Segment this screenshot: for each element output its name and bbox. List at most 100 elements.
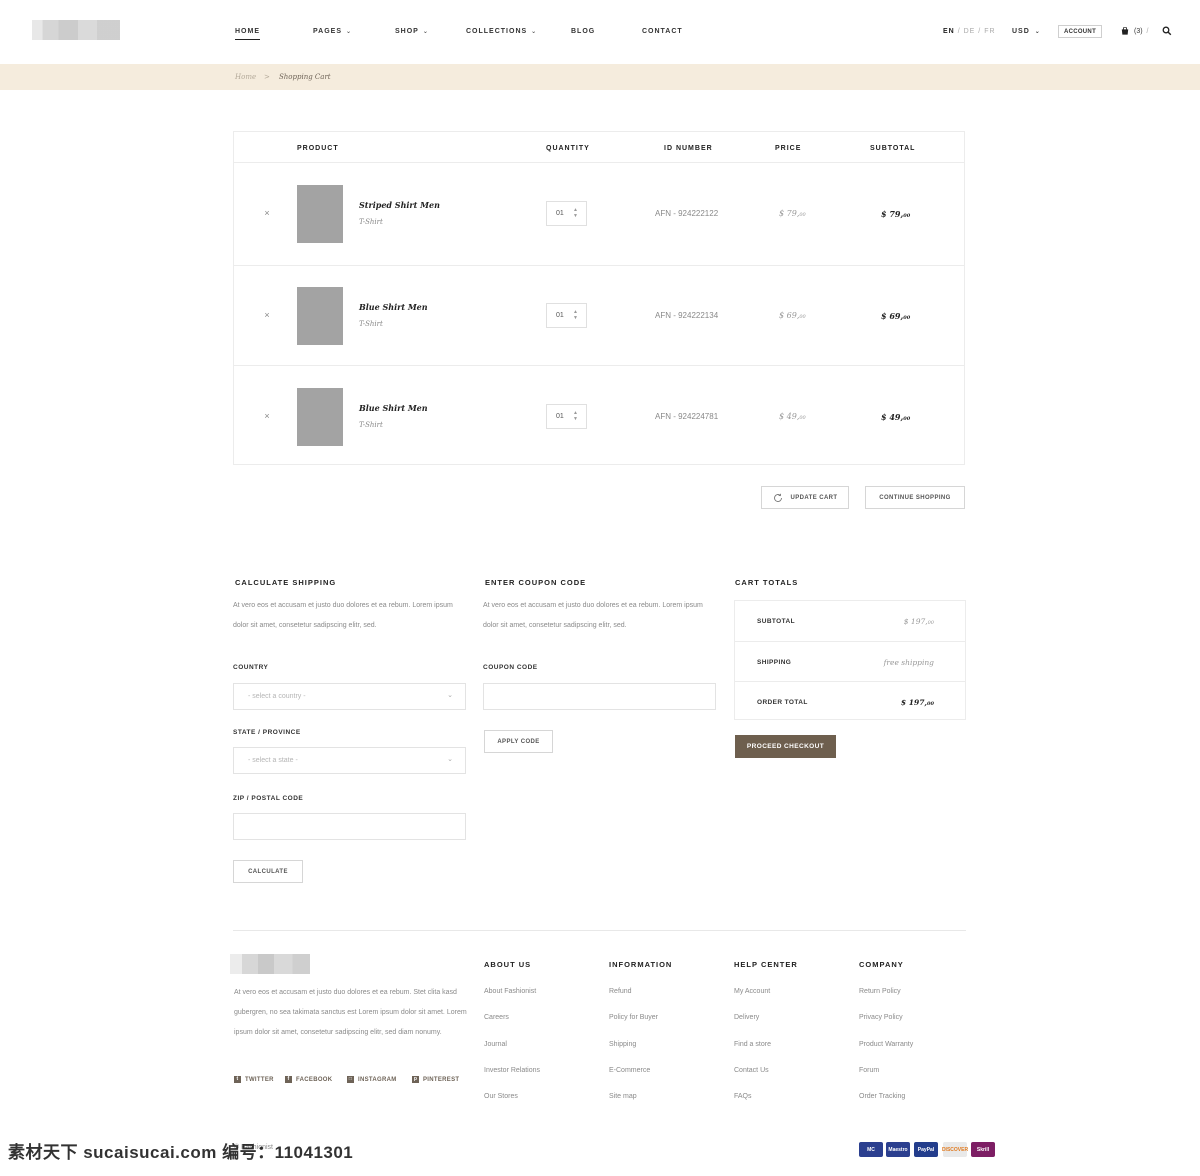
chevron-down-icon: ⌄ bbox=[422, 29, 429, 35]
footer-link[interactable]: Careers bbox=[484, 1014, 509, 1021]
cart-row: × Blue Shirt Men T-Shirt 01 ▲ ▼ AFN - 92422213… bbox=[234, 265, 964, 365]
calculate-button[interactable]: CALCULATE bbox=[233, 860, 303, 883]
search-icon[interactable] bbox=[1162, 26, 1172, 36]
product-price: $ 69,00 bbox=[779, 311, 806, 320]
footer-about-text: At vero eos et accusam et justo duo dolo… bbox=[234, 989, 467, 1036]
social-pinterest[interactable]: p PINTEREST bbox=[412, 1076, 459, 1083]
product-name[interactable]: Blue Shirt Men bbox=[359, 403, 428, 413]
social-facebook[interactable]: f FACEBOOK bbox=[285, 1076, 332, 1083]
lang-current[interactable]: EN bbox=[943, 28, 955, 35]
country-select[interactable]: - select a country - ⌄ bbox=[233, 683, 466, 710]
chevron-down-icon: ⌄ bbox=[1034, 29, 1041, 35]
update-cart-button[interactable]: UPDATE CART bbox=[761, 486, 849, 509]
product-name[interactable]: Striped Shirt Men bbox=[359, 200, 440, 210]
footer-link[interactable]: Contact Us bbox=[734, 1067, 769, 1074]
product-subtotal: $ 69,00 bbox=[881, 311, 911, 321]
footer-link[interactable]: Investor Relations bbox=[484, 1067, 540, 1074]
footer-link[interactable]: Find a store bbox=[734, 1041, 771, 1048]
col-product: PRODUCT bbox=[297, 145, 339, 152]
facebook-icon: f bbox=[285, 1076, 292, 1083]
footer-link[interactable]: E-Commerce bbox=[609, 1067, 650, 1074]
payment-maestro-icon: Maestro bbox=[886, 1142, 910, 1157]
totals-order-row: ORDER TOTAL $ 197,00 bbox=[735, 681, 965, 721]
footer-col-title: COMPANY bbox=[859, 960, 904, 969]
cart-row: × Blue Shirt Men T-Shirt 01 ▲ ▼ AFN - 92422478… bbox=[234, 365, 964, 466]
footer-link[interactable]: Journal bbox=[484, 1041, 507, 1048]
social-twitter[interactable]: t TWITTER bbox=[234, 1076, 274, 1083]
payment-skrill-icon: Skrill bbox=[971, 1142, 995, 1157]
product-thumbnail[interactable] bbox=[297, 388, 343, 446]
footer-link[interactable]: Policy for Buyer bbox=[609, 1014, 658, 1021]
footer-link[interactable]: Delivery bbox=[734, 1014, 759, 1021]
language-switcher[interactable]: EN / DE / FR bbox=[943, 28, 996, 35]
state-label: STATE / PROVINCE bbox=[233, 729, 301, 736]
cart-count[interactable]: (3) / bbox=[1134, 28, 1148, 35]
footer-logo[interactable] bbox=[230, 954, 310, 974]
product-type: T-Shirt bbox=[359, 218, 383, 226]
nav-blog[interactable]: BLOG bbox=[571, 28, 595, 35]
product-price: $ 79,00 bbox=[779, 209, 806, 218]
watermark: 素材天下 sucaisucai.com 编号：11041301 bbox=[8, 1143, 354, 1162]
proceed-checkout-button[interactable]: PROCEED CHECKOUT bbox=[735, 735, 836, 758]
social-instagram[interactable]: □ INSTAGRAM bbox=[347, 1076, 397, 1083]
remove-item-icon[interactable]: × bbox=[262, 208, 272, 218]
col-subtotal: SUBTOTAL bbox=[870, 145, 916, 152]
continue-shopping-button[interactable]: CONTINUE SHOPPING bbox=[865, 486, 965, 509]
product-thumbnail[interactable] bbox=[297, 185, 343, 243]
footer-col-title: INFORMATION bbox=[609, 960, 673, 969]
site-logo[interactable] bbox=[32, 20, 120, 40]
product-thumbnail[interactable] bbox=[297, 287, 343, 345]
pinterest-icon: p bbox=[412, 1076, 419, 1083]
coupon-label: COUPON CODE bbox=[483, 664, 538, 671]
footer-link[interactable]: Site map bbox=[609, 1093, 637, 1100]
footer-link[interactable]: About Fashionist bbox=[484, 988, 536, 995]
apply-code-button[interactable]: APPLY CODE bbox=[484, 730, 553, 753]
footer-link[interactable]: Privacy Policy bbox=[859, 1014, 903, 1021]
nav-shop[interactable]: SHOP ⌄ bbox=[395, 28, 429, 35]
product-subtotal: $ 49,00 bbox=[881, 412, 911, 422]
cart-table-header: PRODUCT QUANTITY ID NUMBER PRICE SUBTOTA… bbox=[234, 132, 964, 163]
quantity-stepper[interactable]: 01 ▲ ▼ bbox=[546, 404, 587, 429]
stepper-arrows-icon[interactable]: ▲ ▼ bbox=[573, 309, 578, 321]
footer-link[interactable]: Product Warranty bbox=[859, 1041, 913, 1048]
coupon-input[interactable] bbox=[483, 683, 716, 710]
nav-contact[interactable]: CONTACT bbox=[642, 28, 683, 35]
footer-link[interactable]: Shipping bbox=[609, 1041, 636, 1048]
quantity-stepper[interactable]: 01 ▲ ▼ bbox=[546, 303, 587, 328]
stepper-arrows-icon[interactable]: ▲ ▼ bbox=[573, 410, 578, 422]
state-select[interactable]: - select a state - ⌄ bbox=[233, 747, 466, 774]
zip-input[interactable] bbox=[233, 813, 466, 840]
product-type: T-Shirt bbox=[359, 320, 383, 328]
currency-selector[interactable]: USD ⌄ bbox=[1012, 28, 1041, 35]
quantity-stepper[interactable]: 01 ▲ ▼ bbox=[546, 201, 587, 226]
product-name[interactable]: Blue Shirt Men bbox=[359, 302, 428, 312]
remove-item-icon[interactable]: × bbox=[262, 411, 272, 421]
shipping-title: CALCULATE SHIPPING bbox=[235, 578, 337, 587]
chevron-down-icon: ⌄ bbox=[447, 756, 453, 763]
footer-link[interactable]: Refund bbox=[609, 988, 632, 995]
footer-link[interactable]: Forum bbox=[859, 1067, 879, 1074]
footer-link[interactable]: Return Policy bbox=[859, 988, 901, 995]
footer-link[interactable]: FAQs bbox=[734, 1093, 752, 1100]
footer-link[interactable]: Order Tracking bbox=[859, 1093, 905, 1100]
refresh-icon bbox=[773, 493, 782, 502]
lang-fr[interactable]: FR bbox=[984, 28, 995, 35]
totals-shipping-value: free shipping bbox=[883, 658, 934, 667]
nav-pages[interactable]: PAGES ⌄ bbox=[313, 28, 352, 35]
product-id: AFN - 924222134 bbox=[655, 311, 719, 320]
nav-collections[interactable]: COLLECTIONS ⌄ bbox=[466, 28, 537, 35]
breadcrumb-home[interactable]: Home bbox=[235, 73, 256, 81]
product-id: AFN - 924222122 bbox=[655, 209, 719, 218]
zip-label: ZIP / POSTAL CODE bbox=[233, 795, 304, 802]
shipping-text: At vero eos et accusam et justo duo dolo… bbox=[233, 602, 453, 629]
footer-link[interactable]: Our Stores bbox=[484, 1093, 518, 1100]
chevron-down-icon: ⌄ bbox=[447, 692, 453, 699]
payment-discover-icon: DISCOVER bbox=[942, 1142, 968, 1157]
shopping-bag-icon[interactable] bbox=[1121, 27, 1129, 35]
footer-link[interactable]: My Account bbox=[734, 988, 770, 995]
account-button[interactable]: ACCOUNT bbox=[1058, 25, 1102, 38]
stepper-arrows-icon[interactable]: ▲ ▼ bbox=[573, 207, 578, 219]
remove-item-icon[interactable]: × bbox=[262, 310, 272, 320]
nav-home[interactable]: HOME bbox=[235, 28, 260, 40]
lang-de[interactable]: DE bbox=[964, 28, 976, 35]
